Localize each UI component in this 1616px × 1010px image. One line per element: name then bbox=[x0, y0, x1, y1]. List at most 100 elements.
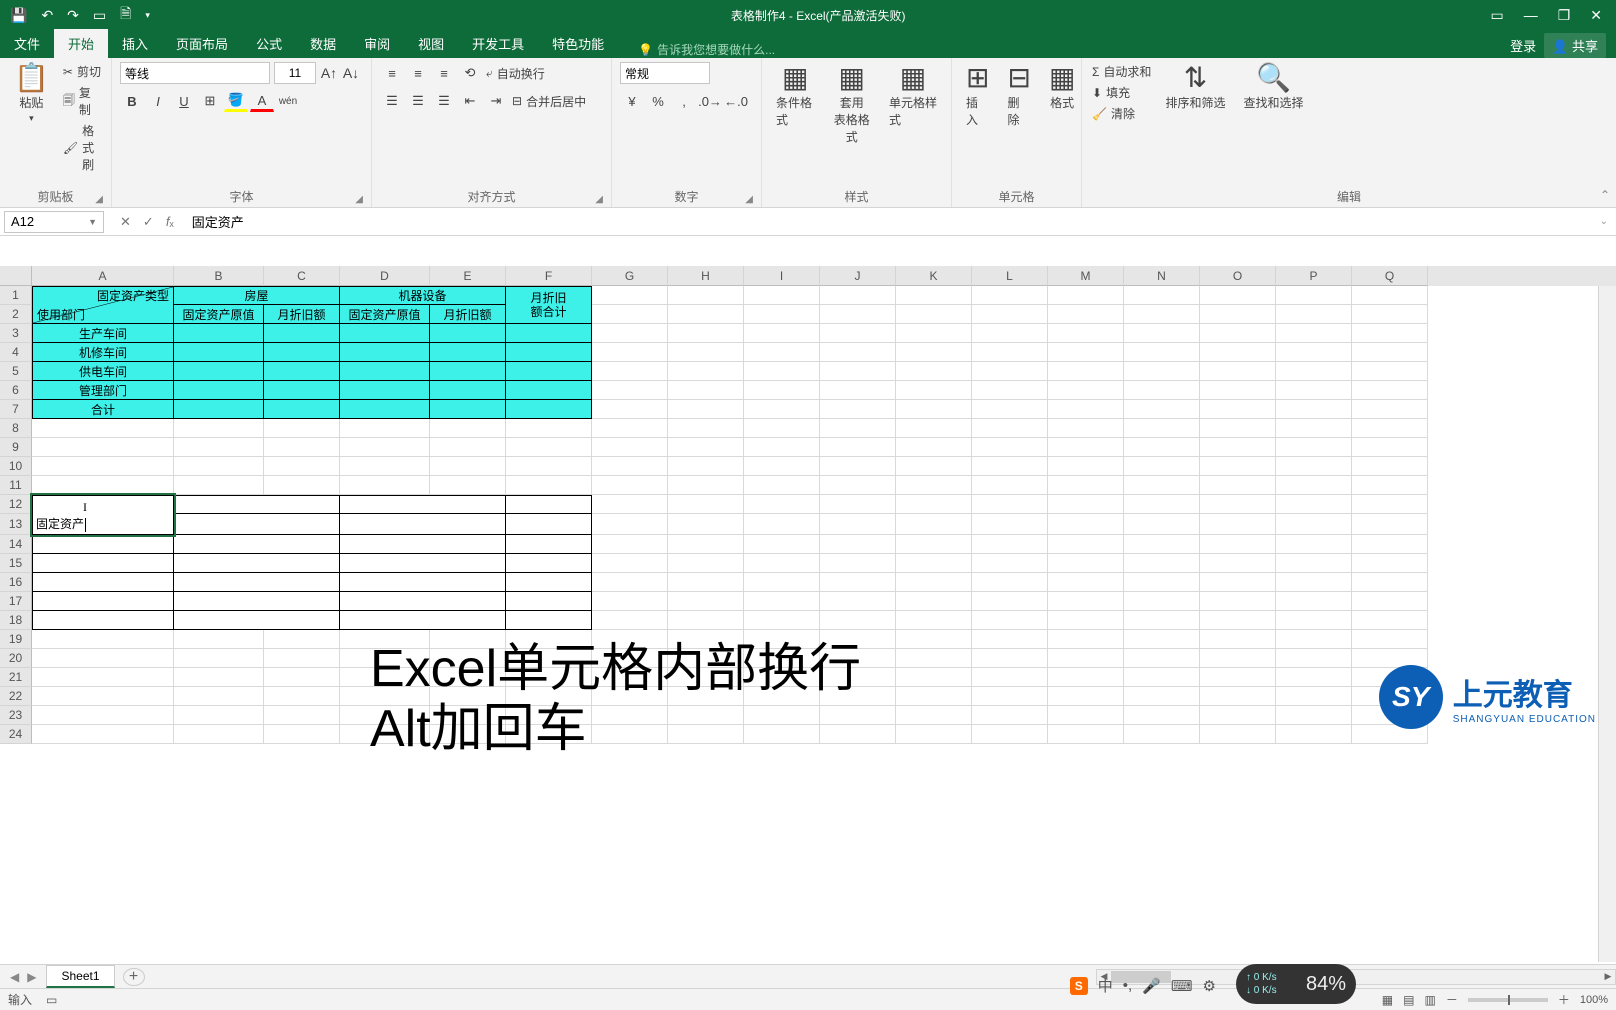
cell-I4[interactable] bbox=[744, 343, 820, 362]
cell-K2[interactable] bbox=[896, 305, 972, 324]
comma-icon[interactable]: , bbox=[672, 90, 696, 112]
cell-M1[interactable] bbox=[1048, 286, 1124, 305]
cell-H20[interactable] bbox=[668, 649, 744, 668]
cell-I10[interactable] bbox=[744, 457, 820, 476]
cell-D13[interactable] bbox=[340, 514, 506, 535]
cell-B3[interactable] bbox=[174, 324, 264, 343]
cell-A22[interactable] bbox=[32, 687, 174, 706]
cell-I21[interactable] bbox=[744, 668, 820, 687]
col-header-I[interactable]: I bbox=[744, 266, 820, 286]
cell-H14[interactable] bbox=[668, 535, 744, 554]
cell-D10[interactable] bbox=[340, 457, 430, 476]
cell-Q2[interactable] bbox=[1352, 305, 1428, 324]
cell-G15[interactable] bbox=[592, 554, 668, 573]
cell-D2[interactable]: 固定资产原值 bbox=[340, 305, 430, 324]
cell-G17[interactable] bbox=[592, 592, 668, 611]
cell-D23[interactable] bbox=[340, 706, 430, 725]
cell-A9[interactable] bbox=[32, 438, 174, 457]
cell-J24[interactable] bbox=[820, 725, 896, 744]
cell-C19[interactable] bbox=[264, 630, 340, 649]
cell-P13[interactable] bbox=[1276, 514, 1352, 535]
cell-E6[interactable] bbox=[430, 381, 506, 400]
cell-Q4[interactable] bbox=[1352, 343, 1428, 362]
cell-styles-button[interactable]: ▦单元格样式 bbox=[883, 62, 943, 130]
cell-Q16[interactable] bbox=[1352, 573, 1428, 592]
cell-N23[interactable] bbox=[1124, 706, 1200, 725]
cell-J9[interactable] bbox=[820, 438, 896, 457]
cell-J15[interactable] bbox=[820, 554, 896, 573]
cell-K22[interactable] bbox=[896, 687, 972, 706]
cell-P14[interactable] bbox=[1276, 535, 1352, 554]
cell-K12[interactable] bbox=[896, 495, 972, 514]
cell-E20[interactable] bbox=[430, 649, 506, 668]
cell-O24[interactable] bbox=[1200, 725, 1276, 744]
font-dialog-icon[interactable]: ◢ bbox=[355, 194, 363, 205]
row-header-17[interactable]: 17 bbox=[0, 592, 32, 611]
cell-L4[interactable] bbox=[972, 343, 1048, 362]
cell-J7[interactable] bbox=[820, 400, 896, 419]
sheet-next-icon[interactable]: ▶ bbox=[27, 970, 36, 984]
row-header-8[interactable]: 8 bbox=[0, 419, 32, 438]
cell-E5[interactable] bbox=[430, 362, 506, 381]
cell-M17[interactable] bbox=[1048, 592, 1124, 611]
cell-L14[interactable] bbox=[972, 535, 1048, 554]
cell-F3[interactable] bbox=[506, 324, 592, 343]
ime-keyboard-icon[interactable]: ⌨ bbox=[1171, 977, 1193, 995]
cell-C4[interactable] bbox=[264, 343, 340, 362]
cell-I22[interactable] bbox=[744, 687, 820, 706]
cell-O14[interactable] bbox=[1200, 535, 1276, 554]
row-header-10[interactable]: 10 bbox=[0, 457, 32, 476]
cell-N10[interactable] bbox=[1124, 457, 1200, 476]
cell-P4[interactable] bbox=[1276, 343, 1352, 362]
cell-M23[interactable] bbox=[1048, 706, 1124, 725]
cell-M9[interactable] bbox=[1048, 438, 1124, 457]
vertical-scrollbar[interactable] bbox=[1598, 286, 1616, 962]
cell-Q11[interactable] bbox=[1352, 476, 1428, 495]
border-button[interactable]: ⊞ bbox=[198, 90, 222, 112]
cell-E22[interactable] bbox=[430, 687, 506, 706]
cell-G22[interactable] bbox=[592, 687, 668, 706]
ribbon-options-icon[interactable]: ▭ bbox=[1486, 7, 1507, 24]
cell-J1[interactable] bbox=[820, 286, 896, 305]
cell-K21[interactable] bbox=[896, 668, 972, 687]
cell-F13[interactable] bbox=[506, 514, 592, 535]
cell-N8[interactable] bbox=[1124, 419, 1200, 438]
col-header-P[interactable]: P bbox=[1276, 266, 1352, 286]
row-header-3[interactable]: 3 bbox=[0, 324, 32, 343]
cell-B18[interactable] bbox=[174, 611, 340, 630]
row-header-7[interactable]: 7 bbox=[0, 400, 32, 419]
cell-I5[interactable] bbox=[744, 362, 820, 381]
align-bottom-icon[interactable]: ≡ bbox=[432, 62, 456, 84]
row-header-1[interactable]: 1 bbox=[0, 286, 32, 305]
cell-F16[interactable] bbox=[506, 573, 592, 592]
redo-icon[interactable]: ↷ bbox=[67, 7, 79, 24]
cell-D9[interactable] bbox=[340, 438, 430, 457]
cell-Q9[interactable] bbox=[1352, 438, 1428, 457]
cell-P20[interactable] bbox=[1276, 649, 1352, 668]
cell-L24[interactable] bbox=[972, 725, 1048, 744]
login-link[interactable]: 登录 bbox=[1510, 36, 1536, 55]
cell-M16[interactable] bbox=[1048, 573, 1124, 592]
cell-A15[interactable] bbox=[32, 554, 174, 573]
confirm-edit-icon[interactable]: ✓ bbox=[143, 214, 154, 230]
row-header-12[interactable]: 12 bbox=[0, 495, 32, 514]
tab-view[interactable]: 视图 bbox=[404, 29, 458, 58]
cell-P7[interactable] bbox=[1276, 400, 1352, 419]
cell-I8[interactable] bbox=[744, 419, 820, 438]
cell-D6[interactable] bbox=[340, 381, 430, 400]
row-header-23[interactable]: 23 bbox=[0, 706, 32, 725]
cell-D3[interactable] bbox=[340, 324, 430, 343]
format-cells-button[interactable]: ▦格式 bbox=[1043, 62, 1081, 113]
cell-G3[interactable] bbox=[592, 324, 668, 343]
row-header-11[interactable]: 11 bbox=[0, 476, 32, 495]
cell-A12[interactable]: 固定资产I bbox=[32, 495, 174, 535]
cell-E10[interactable] bbox=[430, 457, 506, 476]
cell-O18[interactable] bbox=[1200, 611, 1276, 630]
cell-K17[interactable] bbox=[896, 592, 972, 611]
cell-J13[interactable] bbox=[820, 514, 896, 535]
increase-font-icon[interactable]: A↑ bbox=[320, 62, 338, 84]
increase-indent-icon[interactable]: ⇥ bbox=[484, 90, 508, 112]
select-all-corner[interactable] bbox=[0, 266, 32, 286]
decrease-indent-icon[interactable]: ⇤ bbox=[458, 90, 482, 112]
align-left-icon[interactable]: ☰ bbox=[380, 90, 404, 112]
